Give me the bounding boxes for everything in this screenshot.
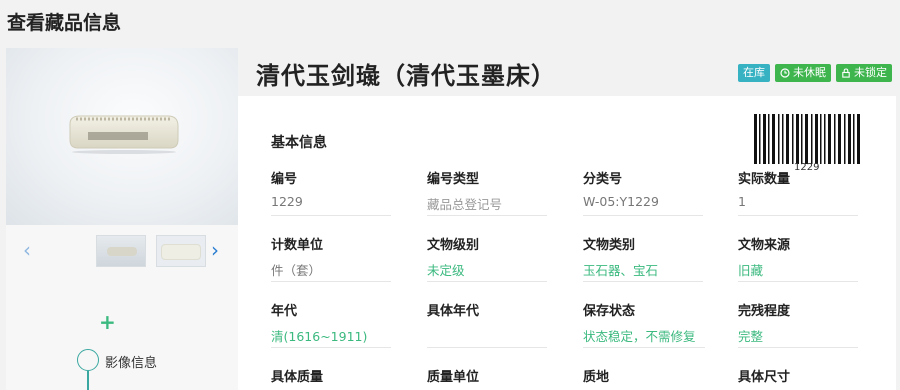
field-label: 计数单位 <box>271 238 324 253</box>
in-stock-label: 在库 <box>743 66 765 79</box>
field-material: 质地 <box>583 366 703 385</box>
field-mass-unit: 质量单位 <box>427 366 547 385</box>
field-label: 文物来源 <box>738 238 791 253</box>
field-classification-number: 分类号 W-05:Y1229 <box>583 168 703 216</box>
field-label: 分类号 <box>583 172 623 187</box>
field-value: 藏品总登记号 <box>427 186 547 216</box>
main-artifact-image[interactable] <box>6 48 238 225</box>
lock-icon <box>842 68 850 78</box>
field-value: W-05:Y1229 <box>583 186 703 216</box>
thumbnail-2[interactable] <box>156 235 206 267</box>
field-relic-category: 文物类别 玉石器、宝石 <box>583 234 703 282</box>
image-panel: ‹ › + 影像信息 <box>6 48 238 390</box>
field-label: 年代 <box>271 304 298 319</box>
thumbnail-image <box>107 247 137 256</box>
field-specific-era: 具体年代 <box>427 300 547 348</box>
field-value <box>427 318 547 348</box>
item-title: 清代玉剑璏（清代玉墨床） <box>256 62 556 90</box>
field-specific-size: 具体尺寸 <box>738 366 858 385</box>
field-label: 具体质量 <box>271 370 324 385</box>
field-number-type: 编号类型 藏品总登记号 <box>427 168 547 216</box>
field-actual-quantity: 实际数量 1 <box>738 168 858 216</box>
field-relic-source: 文物来源 旧藏 <box>738 234 858 282</box>
field-label: 具体尺寸 <box>738 370 791 385</box>
field-label: 文物类别 <box>583 238 636 253</box>
field-label: 具体年代 <box>427 304 480 319</box>
add-icon[interactable]: + <box>99 312 116 332</box>
not-dormant-badge[interactable]: 未休眠 <box>775 64 831 82</box>
chevron-right-icon[interactable]: › <box>206 237 224 263</box>
field-era: 年代 清(1616~1911) <box>271 300 391 348</box>
field-value: 玉石器、宝石 <box>583 252 703 282</box>
in-stock-badge[interactable]: 在库 <box>738 64 770 82</box>
chevron-left-icon[interactable]: ‹ <box>18 237 36 263</box>
field-label: 质量单位 <box>427 370 480 385</box>
thumbnail-image <box>161 244 201 260</box>
field-label: 编号类型 <box>427 172 480 187</box>
jade-artifact-photo <box>69 115 179 154</box>
field-count-unit: 计数单位 件（套） <box>271 234 391 282</box>
status-badges: 在库 未休眠 未锁定 <box>738 64 892 82</box>
timeline-line <box>87 371 89 390</box>
field-label: 保存状态 <box>583 304 636 319</box>
not-locked-badge[interactable]: 未锁定 <box>836 64 892 82</box>
page-title: 查看藏品信息 <box>7 12 122 34</box>
not-dormant-label: 未休眠 <box>793 66 826 79</box>
field-label: 文物级别 <box>427 238 480 253</box>
field-value: 旧藏 <box>738 252 858 282</box>
field-value: 完整 <box>738 318 858 348</box>
barcode-image <box>754 114 860 164</box>
thumbnail-1[interactable] <box>96 235 146 267</box>
field-completeness: 完残程度 完整 <box>738 300 858 348</box>
not-locked-label: 未锁定 <box>854 66 887 79</box>
field-value: 状态稳定，不需修复 <box>583 318 705 348</box>
field-value: 清(1616~1911) <box>271 318 391 348</box>
clock-icon <box>780 68 790 78</box>
field-label: 实际数量 <box>738 172 791 187</box>
field-preservation-state: 保存状态 状态稳定，不需修复 <box>583 300 705 348</box>
field-relic-grade: 文物级别 未定级 <box>427 234 547 282</box>
field-label: 完残程度 <box>738 304 791 319</box>
thumbnail-strip: ‹ › <box>6 231 238 271</box>
field-value: 1229 <box>271 186 391 216</box>
field-value: 1 <box>738 186 858 216</box>
section-title: 基本信息 <box>271 135 327 151</box>
basic-info-card: 基本信息 1229 编号 1229 编号类型 藏品总登记号 分类号 W-05:Y… <box>238 96 896 390</box>
field-number: 编号 1229 <box>271 168 391 216</box>
field-value: 件（套） <box>271 252 391 282</box>
timeline-node-icon[interactable] <box>77 349 99 371</box>
image-info-label[interactable]: 影像信息 <box>105 352 157 371</box>
field-value: 未定级 <box>427 252 547 282</box>
field-label: 编号 <box>271 172 298 187</box>
field-label: 质地 <box>583 370 610 385</box>
field-specific-mass: 具体质量 <box>271 366 391 385</box>
